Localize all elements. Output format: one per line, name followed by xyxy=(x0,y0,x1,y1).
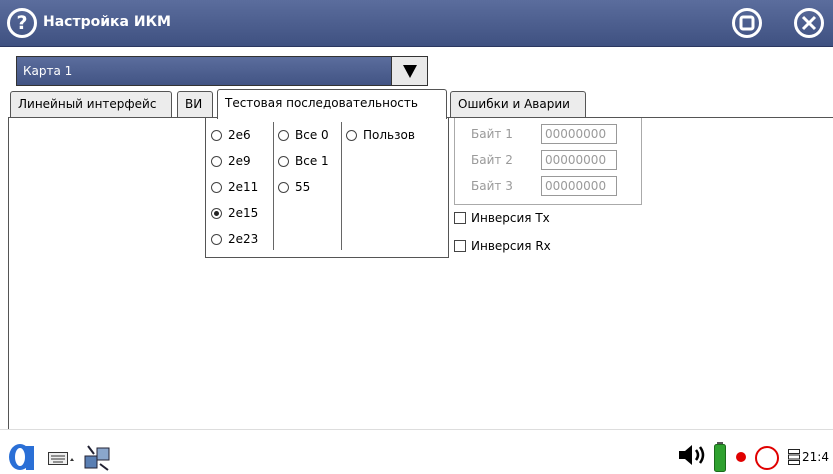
radio-circle xyxy=(211,181,222,193)
inversion-rx-checkbox[interactable]: Инверсия Rx xyxy=(454,239,551,253)
byte-2-field[interactable] xyxy=(541,150,617,170)
radio-label: 2e11 xyxy=(228,180,259,194)
radio-label: 2e23 xyxy=(228,232,259,246)
radio-label: Все 0 xyxy=(295,128,329,142)
clock: 21:4 xyxy=(802,450,829,464)
column-divider xyxy=(341,122,342,250)
title-bar: ? Настройка ИКМ xyxy=(0,0,833,47)
window-title: Настройка ИКМ xyxy=(43,14,171,30)
stop-icon[interactable] xyxy=(731,7,763,39)
tab-test-sequence[interactable]: Тестовая последовательность xyxy=(217,89,447,119)
radio-2e9[interactable]: 2e9 xyxy=(211,153,251,169)
radio-circle xyxy=(346,129,357,141)
radio-2e23[interactable]: 2e23 xyxy=(211,231,258,247)
radio-label: 2e15 xyxy=(228,206,259,220)
tab-errors-alarms[interactable]: Ошибки и Аварии xyxy=(450,91,586,117)
record-icon xyxy=(736,452,746,462)
radio-circle xyxy=(211,233,222,245)
tab-line-interface[interactable]: Линейный интерфейс xyxy=(10,91,172,117)
radio-circle xyxy=(278,129,289,141)
radio-label: 55 xyxy=(295,180,311,194)
card-select-value: Карта 1 xyxy=(23,64,73,78)
keyboard-icon[interactable] xyxy=(48,452,74,466)
card-select[interactable]: Карта 1 xyxy=(16,56,428,86)
checkbox-label: Инверсия Rx xyxy=(471,239,551,253)
byte-row: Байт 2 xyxy=(471,150,641,170)
radio-user[interactable]: Пользов xyxy=(346,127,415,143)
radio-all-0[interactable]: Все 0 xyxy=(278,127,329,143)
checkbox-box xyxy=(454,240,466,252)
network-icon[interactable] xyxy=(82,442,112,472)
byte-label: Байт 1 xyxy=(471,127,513,141)
bytes-group: Байт 1 Байт 2 Байт 3 xyxy=(454,118,642,205)
radio-2e11[interactable]: 2e11 xyxy=(211,179,258,195)
taskbar: 21:4 xyxy=(0,429,833,474)
radio-circle xyxy=(211,129,222,141)
radio-circle-selected xyxy=(211,207,222,219)
radio-2e6[interactable]: 2e6 xyxy=(211,127,251,143)
radio-circle xyxy=(278,181,289,193)
storage-icon xyxy=(788,449,800,465)
radio-circle xyxy=(278,155,289,167)
sequence-group: 2e6 2e9 2e11 2e15 2e23 Все 0 Все 1 55 По… xyxy=(205,118,449,258)
radio-label: 2e6 xyxy=(228,128,251,142)
byte-1-field[interactable] xyxy=(541,124,617,144)
speaker-icon[interactable] xyxy=(677,444,709,466)
app-menu-icon[interactable] xyxy=(6,440,36,472)
checkbox-box xyxy=(454,212,466,224)
byte-label: Байт 3 xyxy=(471,179,513,193)
radio-55[interactable]: 55 xyxy=(278,179,310,195)
dropdown-arrow-icon[interactable] xyxy=(391,57,427,85)
byte-row: Байт 1 xyxy=(471,124,641,144)
checkbox-label: Инверсия Тх xyxy=(471,211,550,225)
help-icon[interactable]: ? xyxy=(7,8,37,38)
close-icon[interactable] xyxy=(793,7,825,39)
radio-label: Все 1 xyxy=(295,154,329,168)
byte-3-field[interactable] xyxy=(541,176,617,196)
tab-vi[interactable]: ВИ xyxy=(177,91,213,117)
column-divider xyxy=(273,122,274,250)
byte-row: Байт 3 xyxy=(471,176,641,196)
radio-circle xyxy=(211,155,222,167)
battery-icon xyxy=(714,442,726,472)
radio-2e15[interactable]: 2e15 xyxy=(211,205,258,221)
radio-label: Пользов xyxy=(363,128,415,142)
inversion-tx-checkbox[interactable]: Инверсия Тх xyxy=(454,211,550,225)
radio-all-1[interactable]: Все 1 xyxy=(278,153,329,169)
power-icon[interactable] xyxy=(754,445,780,471)
radio-label: 2e9 xyxy=(228,154,251,168)
byte-label: Байт 2 xyxy=(471,153,513,167)
